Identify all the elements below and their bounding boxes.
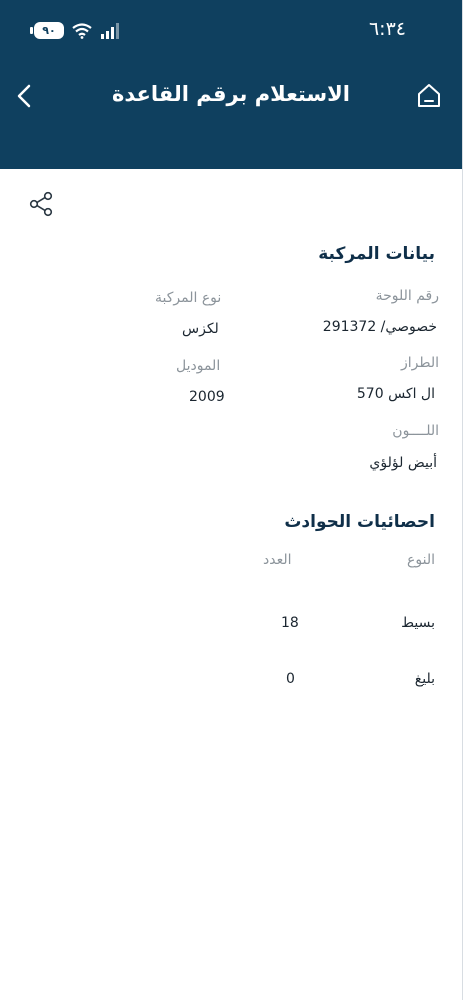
model-year-label: الموديل [176,358,221,374]
accident-count-header: العدد [263,552,292,568]
share-icon[interactable] [28,191,54,217]
vehicle-type-label: نوع المركبة [155,290,222,306]
model-type-label: الطراز [400,355,439,371]
model-year-value: 2009 [189,389,225,405]
app-header: ٦:٣٤ ٩٠ الاستعلام برقم القاعدة [0,0,462,169]
plate-number-value: خصوصي/ 291372 [322,319,437,335]
home-icon[interactable] [416,82,442,110]
accident-type-severe: بليغ [414,671,435,687]
accident-count-minor: 18 [281,615,299,631]
battery-level: ٩٠ [42,24,56,37]
battery-icon: ٩٠ [30,22,64,39]
accident-count-severe: 0 [286,671,295,687]
signal-icon [101,22,119,39]
accident-type-minor: بسيط [401,615,435,631]
status-time: ٦:٣٤ [368,18,406,40]
vehicle-section-title: بيانات المركبة [318,244,435,264]
accidents-section-title: احصائيات الحوادث [284,512,435,532]
page-title: الاستعلام برقم القاعدة [112,82,350,106]
accident-type-header: النوع [407,552,435,568]
status-icons: ٩٠ [30,22,122,39]
color-value: أبيض لؤلؤي [369,455,437,471]
vehicle-type-value: لكزس [182,321,219,337]
wifi-icon [72,22,92,39]
plate-number-label: رقم اللوحة [375,288,439,304]
model-type-value: ال اكس 570 [356,386,435,402]
color-label: اللــــون [392,423,439,439]
